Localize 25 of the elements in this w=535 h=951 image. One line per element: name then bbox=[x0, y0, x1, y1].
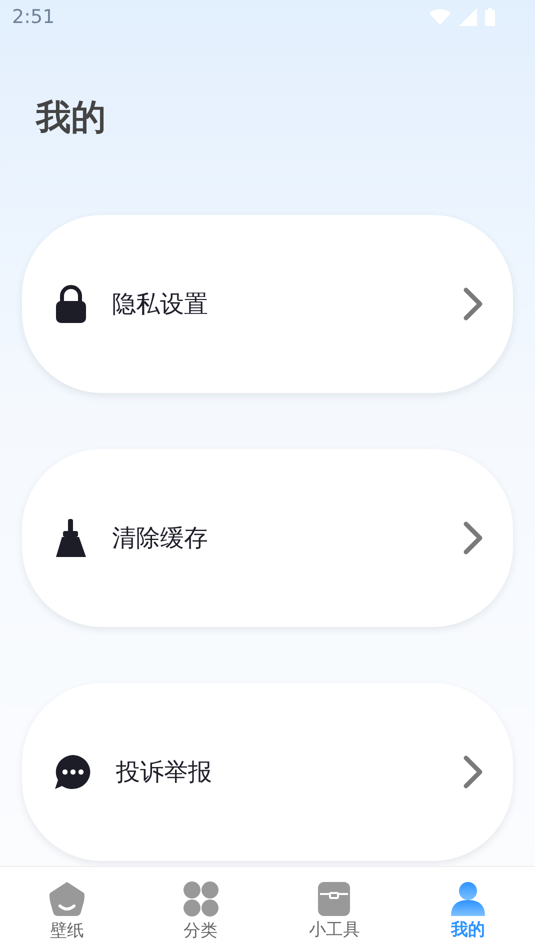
chevron-right-icon bbox=[463, 521, 483, 555]
menu-label: 隐私设置 bbox=[112, 289, 209, 320]
pentagon-smile-icon bbox=[48, 881, 86, 917]
nav-tab[interactable]: 小工具 bbox=[268, 867, 402, 951]
person-icon bbox=[451, 882, 486, 916]
battery-icon bbox=[485, 8, 495, 26]
broom-icon bbox=[54, 519, 88, 557]
status-time: 2:51 bbox=[12, 6, 55, 28]
grid-icon bbox=[182, 881, 219, 917]
menu-label: 投诉举报 bbox=[116, 757, 213, 788]
toolbox-icon bbox=[318, 882, 350, 916]
menu-item[interactable]: 隐私设置 bbox=[22, 215, 513, 393]
chevron-right-icon bbox=[463, 287, 483, 321]
menu-item[interactable]: 投诉举报 bbox=[22, 683, 513, 861]
nav-tab[interactable]: 我的 bbox=[401, 867, 535, 951]
menu-item[interactable]: 清除缓存 bbox=[22, 449, 513, 627]
page-title: 我的 bbox=[36, 97, 107, 140]
lock-icon bbox=[54, 285, 88, 323]
wifi-icon bbox=[429, 9, 451, 25]
nav-tab[interactable]: 分类 bbox=[134, 867, 268, 951]
signal-icon bbox=[459, 8, 477, 26]
nav-tab[interactable]: 壁纸 bbox=[0, 867, 134, 951]
chat-icon bbox=[54, 754, 92, 790]
menu-label: 清除缓存 bbox=[112, 523, 209, 554]
chevron-right-icon bbox=[463, 755, 483, 789]
